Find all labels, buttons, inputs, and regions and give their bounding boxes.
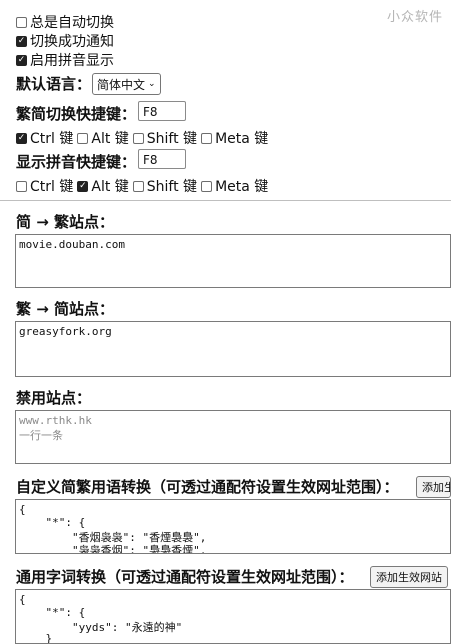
pinyin-shift-checkbox[interactable]: [132, 180, 144, 192]
toggle-alt-option[interactable]: Alt 键: [77, 128, 129, 148]
disabled-sites-title: 禁用站点：: [16, 389, 92, 407]
t2s-sites-title: 繁 → 简站点：: [16, 300, 115, 318]
custom-phrases-title: 自定义简繁用语转换（可透过通配符设置生效网址范围）：: [16, 478, 399, 496]
enable-pinyin-checkbox[interactable]: [16, 54, 27, 66]
custom-phrases-editor[interactable]: { "*": { "香烟袅袅": "香煙裊裊", "袅袅香烟": "裊裊香煙",: [15, 499, 451, 554]
toggle-meta-label: Meta 键: [215, 131, 269, 147]
pinyin-hotkey-input[interactable]: F8: [138, 149, 186, 169]
enable-pinyin-label: 启用拼音显示: [30, 53, 114, 69]
common-words-editor[interactable]: { "*": { "yyds": "永遠的神" }: [15, 589, 451, 644]
pinyin-alt-label: Alt 键: [91, 179, 129, 195]
toggle-alt-checkbox[interactable]: [77, 132, 89, 144]
pinyin-hotkey-modifiers: Ctrl 键 Alt 键 Shift 键 Meta 键: [16, 176, 272, 196]
divider: [0, 200, 451, 201]
code-line: "*": {: [19, 606, 86, 619]
pinyin-shift-label: Shift 键: [146, 179, 198, 195]
disabled-sites-placeholder-line1: www.rthk.hk: [19, 414, 92, 427]
toggle-shift-option[interactable]: Shift 键: [132, 128, 198, 148]
always-auto-switch-label: 总是自动切换: [30, 15, 114, 31]
pinyin-ctrl-checkbox[interactable]: [16, 180, 27, 192]
watermark: 小众软件: [386, 10, 443, 25]
s2t-sites-title: 简 → 繁站点：: [16, 213, 115, 231]
s2t-sites-textarea[interactable]: movie.douban.com: [15, 234, 451, 288]
disabled-sites-textarea[interactable]: www.rthk.hk 一行一条: [15, 410, 451, 464]
pinyin-ctrl-label: Ctrl 键: [30, 179, 74, 195]
toggle-ctrl-option[interactable]: Ctrl 键: [16, 128, 73, 148]
disabled-sites-placeholder-line2: 一行一条: [19, 429, 63, 442]
always-auto-switch-checkbox[interactable]: [16, 16, 27, 28]
code-line: "*": {: [19, 516, 86, 529]
toggle-meta-checkbox[interactable]: [201, 132, 213, 144]
enable-pinyin-option[interactable]: 启用拼音显示: [16, 50, 114, 70]
toggle-ctrl-checkbox[interactable]: [16, 132, 27, 144]
pinyin-hotkey-label: 显示拼音快捷键：: [16, 153, 137, 171]
toggle-shift-label: Shift 键: [146, 131, 198, 147]
add-custom-site-button[interactable]: 添加生效网址: [416, 476, 451, 498]
toggle-hotkey-modifiers: Ctrl 键 Alt 键 Shift 键 Meta 键: [16, 128, 272, 148]
default-language-select[interactable]: 简体中文 ⌄: [92, 73, 161, 95]
pinyin-ctrl-option[interactable]: Ctrl 键: [16, 176, 73, 196]
code-line: "袅袅香烟": "裊裊香煙",: [19, 544, 207, 554]
toggle-meta-option[interactable]: Meta 键: [201, 128, 268, 148]
toggle-shift-checkbox[interactable]: [132, 132, 144, 144]
notify-success-option[interactable]: 切换成功通知: [16, 31, 114, 51]
code-line: {: [19, 593, 26, 606]
pinyin-meta-label: Meta 键: [215, 179, 269, 195]
chevron-down-icon: ⌄: [148, 79, 156, 89]
t2s-sites-textarea[interactable]: greasyfork.org: [15, 321, 451, 377]
pinyin-alt-option[interactable]: Alt 键: [77, 176, 129, 196]
toggle-hotkey-input[interactable]: F8: [138, 101, 186, 121]
default-language-value: 简体中文: [97, 77, 146, 92]
code-line: {: [19, 503, 26, 516]
pinyin-shift-option[interactable]: Shift 键: [132, 176, 198, 196]
notify-success-label: 切换成功通知: [30, 34, 114, 50]
code-line: }: [19, 632, 53, 644]
common-words-title: 通用字词转换（可透过通配符设置生效网址范围）：: [16, 568, 354, 586]
toggle-ctrl-label: Ctrl 键: [30, 131, 74, 147]
default-language-label: 默认语言：: [16, 75, 92, 93]
pinyin-meta-checkbox[interactable]: [201, 180, 213, 192]
always-auto-switch-option[interactable]: 总是自动切换: [16, 12, 114, 32]
toggle-alt-label: Alt 键: [91, 131, 129, 147]
toggle-hotkey-label: 繁简切换快捷键：: [16, 105, 137, 123]
pinyin-meta-option[interactable]: Meta 键: [201, 176, 268, 196]
notify-success-checkbox[interactable]: [16, 35, 27, 47]
pinyin-alt-checkbox[interactable]: [77, 180, 89, 192]
add-common-site-button[interactable]: 添加生效网站: [370, 566, 448, 588]
